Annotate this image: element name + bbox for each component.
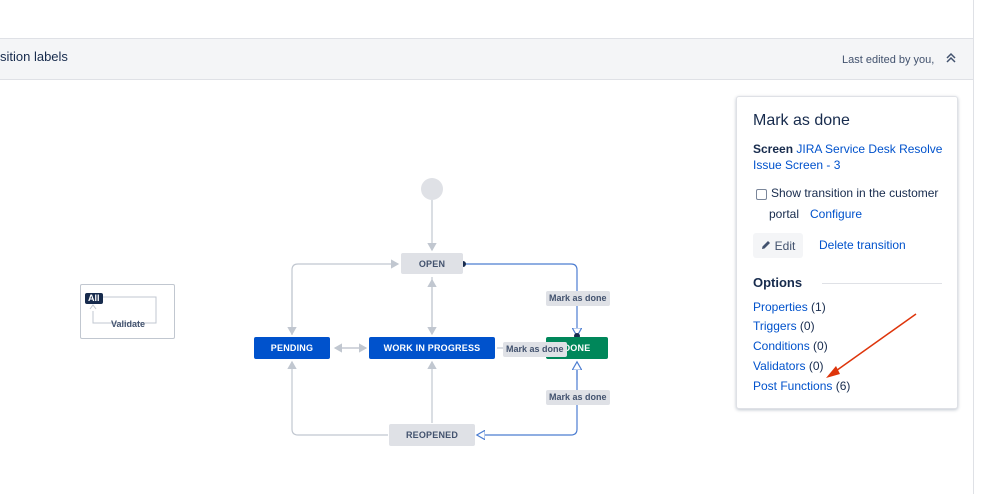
initial-state-node[interactable] xyxy=(421,178,443,200)
options-divider xyxy=(822,283,942,284)
status-node-pending[interactable]: PENDING xyxy=(254,337,330,359)
options-heading: Options xyxy=(753,275,803,290)
show-in-portal-label-line2: portal xyxy=(769,207,800,221)
screen-label: Screen xyxy=(753,142,794,156)
global-transition-legend[interactable]: All Validate xyxy=(80,284,175,339)
option-conditions-link[interactable]: Conditions xyxy=(753,339,810,353)
option-conditions: Conditions (0) xyxy=(753,339,828,353)
pencil-icon xyxy=(761,239,771,253)
edit-button-label: Edit xyxy=(774,238,796,253)
show-in-portal-label: Show transition in the customer xyxy=(771,186,939,200)
page-right-border xyxy=(973,0,974,494)
option-post-functions-count: (6) xyxy=(835,379,851,393)
show-in-portal-checkbox[interactable] xyxy=(756,189,767,200)
workflow-toolbar: sition labels Last edited by you, xyxy=(0,38,973,80)
last-edited-text: Last edited by you, xyxy=(842,54,935,66)
transition-label-mark-as-done[interactable]: Mark as done xyxy=(503,342,567,357)
option-conditions-count: (0) xyxy=(813,339,828,353)
option-validators-link[interactable]: Validators xyxy=(753,359,805,373)
toolbar-title: sition labels xyxy=(0,49,68,64)
panel-title: Mark as done xyxy=(753,112,850,129)
edit-button[interactable]: Edit xyxy=(753,233,803,258)
option-triggers-link[interactable]: Triggers xyxy=(753,319,797,333)
option-properties-link[interactable]: Properties xyxy=(753,300,808,314)
option-triggers-count: (0) xyxy=(799,319,815,333)
double-chevron-up-icon[interactable] xyxy=(944,50,958,66)
option-post-functions-link[interactable]: Post Functions xyxy=(753,379,832,393)
transition-label-mark-as-done[interactable]: Mark as done xyxy=(546,390,610,405)
screen-info: Screen JIRA Service Desk Resolve Issue S… xyxy=(753,141,948,173)
status-node-reopened[interactable]: REOPENED xyxy=(389,424,475,446)
option-properties-count: (1) xyxy=(811,300,826,314)
legend-all-badge: All xyxy=(85,293,103,304)
delete-transition-link[interactable]: Delete transition xyxy=(819,238,906,252)
option-post-functions: Post Functions (6) xyxy=(753,379,850,393)
transition-label-mark-as-done[interactable]: Mark as done xyxy=(546,291,610,306)
option-validators-count: (0) xyxy=(808,359,824,373)
transition-details-panel: Mark as done Screen JIRA Service Desk Re… xyxy=(736,96,958,409)
configure-link[interactable]: Configure xyxy=(810,207,862,221)
option-validators: Validators (0) xyxy=(753,359,824,373)
option-triggers: Triggers (0) xyxy=(753,319,815,333)
option-properties: Properties (1) xyxy=(753,300,826,314)
status-node-work-in-progress[interactable]: WORK IN PROGRESS xyxy=(369,337,495,359)
status-node-open[interactable]: OPEN xyxy=(401,253,463,274)
legend-validate-label: Validate xyxy=(111,319,146,329)
